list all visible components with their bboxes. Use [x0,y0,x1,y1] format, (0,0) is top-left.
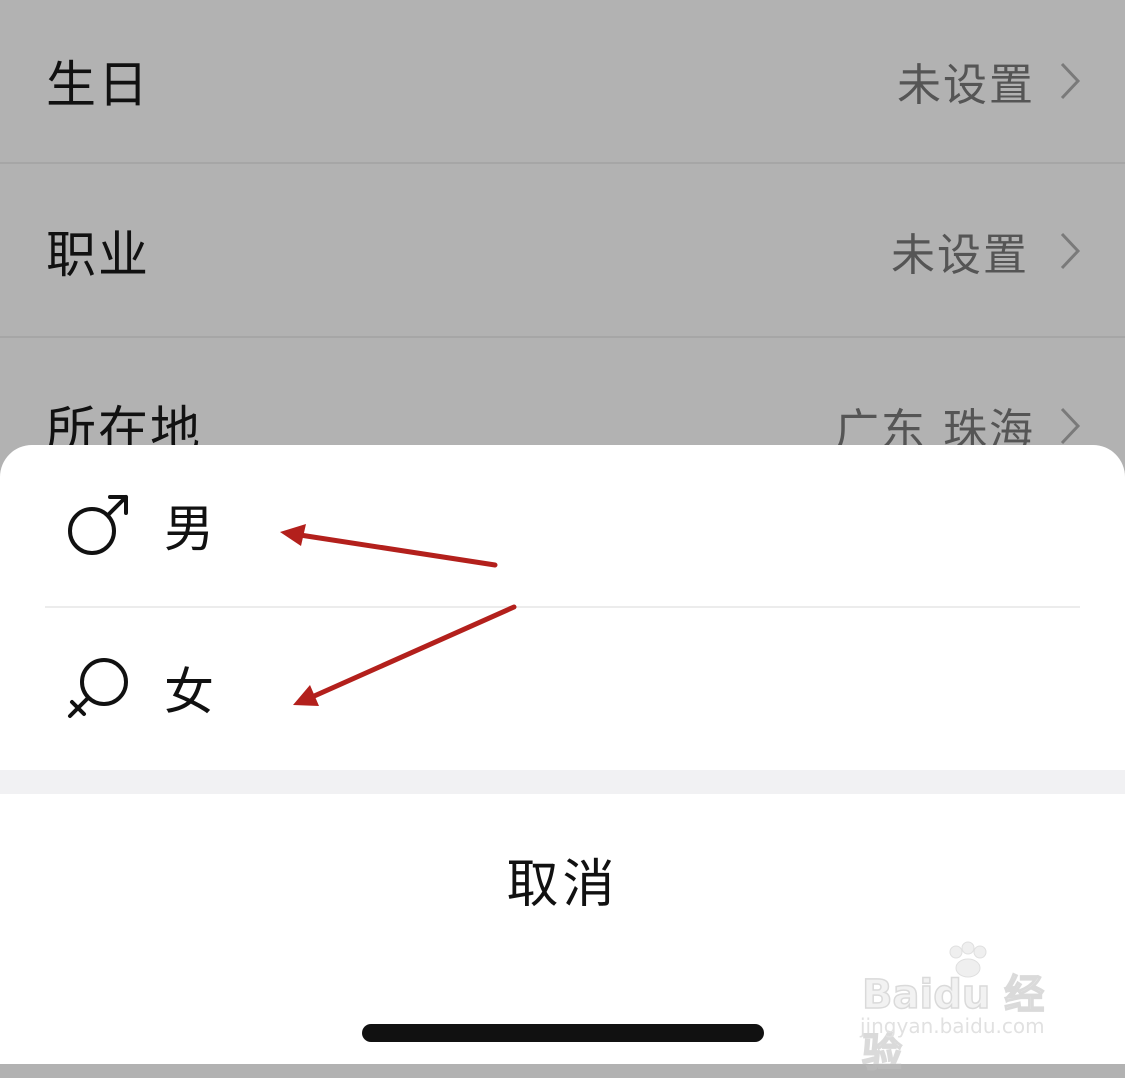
home-indicator[interactable] [362,1024,764,1042]
male-icon [68,495,128,555]
sheet-separator [0,770,1125,794]
watermark-url: jingyan.baidu.com [860,1014,1045,1038]
row-value: 未设置 [891,230,1029,281]
female-icon [68,658,128,718]
chevron-right-icon [1060,62,1081,100]
option-female[interactable]: 女 [0,608,1125,768]
row-label: 生日 [46,56,150,114]
row-value: 未设置 [897,60,1035,111]
settings-row-occupation[interactable]: 职业 未设置 [0,166,1125,338]
settings-row-birthday[interactable]: 生日 未设置 [0,0,1125,164]
chevron-right-icon [1060,232,1081,270]
baidu-watermark: Baidu 经验 jingyan.baidu.com [858,940,1068,1077]
option-male[interactable]: 男 [0,445,1125,605]
row-label: 职业 [46,226,150,284]
option-label: 男 [164,500,214,558]
option-label: 女 [164,663,214,721]
cancel-label: 取消 [506,854,619,915]
cancel-button[interactable]: 取消 [0,794,1125,964]
chevron-right-icon [1060,407,1081,445]
